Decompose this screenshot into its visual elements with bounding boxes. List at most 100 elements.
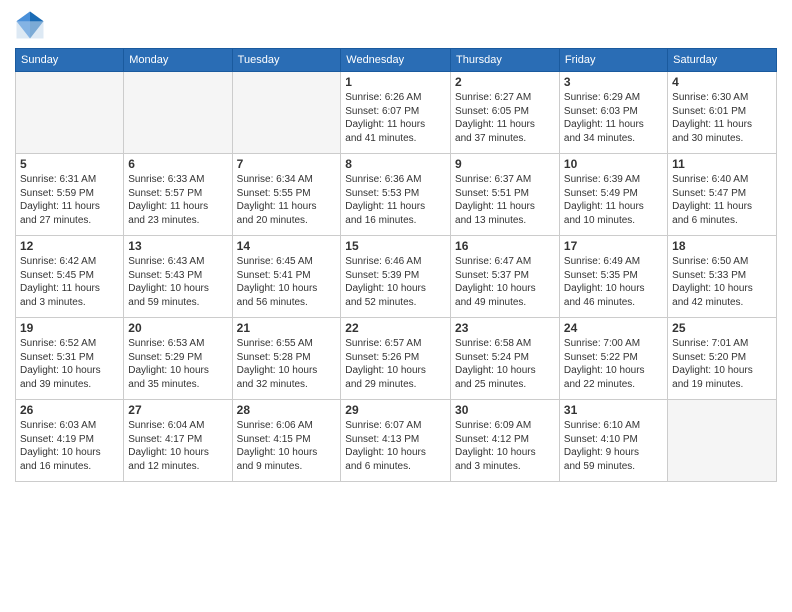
day-info: Sunrise: 6:10 AM Sunset: 4:10 PM Dayligh… bbox=[564, 419, 663, 473]
calendar-cell: 4 Sunrise: 6:30 AM Sunset: 6:01 PM Daylig… bbox=[668, 72, 777, 154]
page: SundayMondayTuesdayWednesdayThursdayFrid… bbox=[0, 0, 792, 612]
day-info: Sunrise: 6:31 AM Sunset: 5:59 PM Dayligh… bbox=[20, 173, 119, 227]
day-info: Sunrise: 6:49 AM Sunset: 5:35 PM Dayligh… bbox=[564, 255, 663, 309]
calendar-cell: 13Sunrise: 6:43 AM Sunset: 5:43 PM Dayli… bbox=[124, 236, 232, 318]
week-row-1: 5 Sunrise: 6:31 AM Sunset: 5:59 PM Daylig… bbox=[16, 154, 777, 236]
calendar-cell: 20 Sunrise: 6:53 AM Sunset: 5:29 PM Dayli… bbox=[124, 318, 232, 400]
day-number: 24 bbox=[564, 321, 663, 335]
day-number: 15 bbox=[345, 239, 446, 253]
day-number: 16 bbox=[455, 239, 555, 253]
calendar-cell: 1 Sunrise: 6:26 AM Sunset: 6:07 PM Daylig… bbox=[341, 72, 451, 154]
day-number: 4 bbox=[672, 75, 772, 89]
calendar-cell: 2Sunrise: 6:27 AM Sunset: 6:05 PM Daylig… bbox=[451, 72, 560, 154]
calendar: SundayMondayTuesdayWednesdayThursdayFrid… bbox=[15, 48, 777, 482]
col-header-thursday: Thursday bbox=[451, 49, 560, 72]
col-header-tuesday: Tuesday bbox=[232, 49, 341, 72]
day-info: Sunrise: 6:50 AM Sunset: 5:33 PM Dayligh… bbox=[672, 255, 772, 309]
day-number: 14 bbox=[237, 239, 337, 253]
calendar-cell bbox=[232, 72, 341, 154]
week-row-2: 12 Sunrise: 6:42 AM Sunset: 5:45 PM Dayli… bbox=[16, 236, 777, 318]
day-number: 3 bbox=[564, 75, 663, 89]
calendar-cell: 14Sunrise: 6:45 AM Sunset: 5:41 PM Dayli… bbox=[232, 236, 341, 318]
day-info: Sunrise: 6:37 AM Sunset: 5:51 PM Dayligh… bbox=[455, 173, 555, 227]
calendar-cell: 17 Sunrise: 6:49 AM Sunset: 5:35 PM Dayli… bbox=[559, 236, 667, 318]
calendar-cell: 30Sunrise: 6:09 AM Sunset: 4:12 PM Dayli… bbox=[451, 400, 560, 482]
day-info: Sunrise: 7:01 AM Sunset: 5:20 PM Dayligh… bbox=[672, 337, 772, 391]
calendar-cell: 27 Sunrise: 6:04 AM Sunset: 4:17 PM Dayli… bbox=[124, 400, 232, 482]
calendar-cell: 12 Sunrise: 6:42 AM Sunset: 5:45 PM Dayli… bbox=[16, 236, 124, 318]
day-number: 17 bbox=[564, 239, 663, 253]
calendar-cell bbox=[668, 400, 777, 482]
day-info: Sunrise: 6:30 AM Sunset: 6:01 PM Dayligh… bbox=[672, 91, 772, 145]
col-header-monday: Monday bbox=[124, 49, 232, 72]
week-row-4: 26Sunrise: 6:03 AM Sunset: 4:19 PM Dayli… bbox=[16, 400, 777, 482]
day-number: 2 bbox=[455, 75, 555, 89]
calendar-cell: 24Sunrise: 7:00 AM Sunset: 5:22 PM Dayli… bbox=[559, 318, 667, 400]
day-info: Sunrise: 6:58 AM Sunset: 5:24 PM Dayligh… bbox=[455, 337, 555, 391]
day-number: 19 bbox=[20, 321, 119, 335]
col-header-friday: Friday bbox=[559, 49, 667, 72]
calendar-cell: 7 Sunrise: 6:34 AM Sunset: 5:55 PM Daylig… bbox=[232, 154, 341, 236]
day-number: 25 bbox=[672, 321, 772, 335]
calendar-cell: 29 Sunrise: 6:07 AM Sunset: 4:13 PM Dayli… bbox=[341, 400, 451, 482]
day-number: 22 bbox=[345, 321, 446, 335]
day-number: 28 bbox=[237, 403, 337, 417]
day-number: 1 bbox=[345, 75, 446, 89]
calendar-cell: 16 Sunrise: 6:47 AM Sunset: 5:37 PM Dayli… bbox=[451, 236, 560, 318]
week-row-0: 1 Sunrise: 6:26 AM Sunset: 6:07 PM Daylig… bbox=[16, 72, 777, 154]
day-number: 21 bbox=[237, 321, 337, 335]
day-info: Sunrise: 6:04 AM Sunset: 4:17 PM Dayligh… bbox=[128, 419, 227, 473]
calendar-cell: 18 Sunrise: 6:50 AM Sunset: 5:33 PM Dayli… bbox=[668, 236, 777, 318]
calendar-cell: 25 Sunrise: 7:01 AM Sunset: 5:20 PM Dayli… bbox=[668, 318, 777, 400]
day-number: 20 bbox=[128, 321, 227, 335]
day-info: Sunrise: 6:57 AM Sunset: 5:26 PM Dayligh… bbox=[345, 337, 446, 391]
day-number: 5 bbox=[20, 157, 119, 171]
day-info: Sunrise: 6:52 AM Sunset: 5:31 PM Dayligh… bbox=[20, 337, 119, 391]
calendar-cell: 10 Sunrise: 6:39 AM Sunset: 5:49 PM Dayli… bbox=[559, 154, 667, 236]
day-number: 8 bbox=[345, 157, 446, 171]
day-number: 7 bbox=[237, 157, 337, 171]
day-info: Sunrise: 6:34 AM Sunset: 5:55 PM Dayligh… bbox=[237, 173, 337, 227]
logo bbox=[15, 10, 49, 40]
calendar-cell: 31 Sunrise: 6:10 AM Sunset: 4:10 PM Dayli… bbox=[559, 400, 667, 482]
day-info: Sunrise: 6:29 AM Sunset: 6:03 PM Dayligh… bbox=[564, 91, 663, 145]
col-header-sunday: Sunday bbox=[16, 49, 124, 72]
calendar-header-row: SundayMondayTuesdayWednesdayThursdayFrid… bbox=[16, 49, 777, 72]
day-number: 31 bbox=[564, 403, 663, 417]
logo-icon bbox=[15, 10, 45, 40]
day-info: Sunrise: 6:42 AM Sunset: 5:45 PM Dayligh… bbox=[20, 255, 119, 309]
day-number: 11 bbox=[672, 157, 772, 171]
day-info: Sunrise: 6:39 AM Sunset: 5:49 PM Dayligh… bbox=[564, 173, 663, 227]
week-row-3: 19 Sunrise: 6:52 AM Sunset: 5:31 PM Dayli… bbox=[16, 318, 777, 400]
day-number: 6 bbox=[128, 157, 227, 171]
day-number: 12 bbox=[20, 239, 119, 253]
day-number: 23 bbox=[455, 321, 555, 335]
calendar-cell: 9 Sunrise: 6:37 AM Sunset: 5:51 PM Daylig… bbox=[451, 154, 560, 236]
day-number: 9 bbox=[455, 157, 555, 171]
calendar-cell: 26Sunrise: 6:03 AM Sunset: 4:19 PM Dayli… bbox=[16, 400, 124, 482]
day-info: Sunrise: 6:07 AM Sunset: 4:13 PM Dayligh… bbox=[345, 419, 446, 473]
col-header-wednesday: Wednesday bbox=[341, 49, 451, 72]
col-header-saturday: Saturday bbox=[668, 49, 777, 72]
header bbox=[15, 10, 777, 40]
calendar-cell: 19 Sunrise: 6:52 AM Sunset: 5:31 PM Dayli… bbox=[16, 318, 124, 400]
calendar-cell: 28 Sunrise: 6:06 AM Sunset: 4:15 PM Dayli… bbox=[232, 400, 341, 482]
day-number: 29 bbox=[345, 403, 446, 417]
day-info: Sunrise: 6:53 AM Sunset: 5:29 PM Dayligh… bbox=[128, 337, 227, 391]
day-info: Sunrise: 6:33 AM Sunset: 5:57 PM Dayligh… bbox=[128, 173, 227, 227]
day-number: 13 bbox=[128, 239, 227, 253]
day-number: 10 bbox=[564, 157, 663, 171]
calendar-cell: 6 Sunrise: 6:33 AM Sunset: 5:57 PM Daylig… bbox=[124, 154, 232, 236]
day-number: 27 bbox=[128, 403, 227, 417]
day-info: Sunrise: 6:47 AM Sunset: 5:37 PM Dayligh… bbox=[455, 255, 555, 309]
calendar-cell: 15 Sunrise: 6:46 AM Sunset: 5:39 PM Dayli… bbox=[341, 236, 451, 318]
day-info: Sunrise: 6:40 AM Sunset: 5:47 PM Dayligh… bbox=[672, 173, 772, 227]
day-number: 30 bbox=[455, 403, 555, 417]
day-info: Sunrise: 6:26 AM Sunset: 6:07 PM Dayligh… bbox=[345, 91, 446, 145]
day-number: 18 bbox=[672, 239, 772, 253]
calendar-cell: 8Sunrise: 6:36 AM Sunset: 5:53 PM Daylig… bbox=[341, 154, 451, 236]
day-info: Sunrise: 6:55 AM Sunset: 5:28 PM Dayligh… bbox=[237, 337, 337, 391]
calendar-cell: 3 Sunrise: 6:29 AM Sunset: 6:03 PM Daylig… bbox=[559, 72, 667, 154]
day-info: Sunrise: 6:46 AM Sunset: 5:39 PM Dayligh… bbox=[345, 255, 446, 309]
day-info: Sunrise: 6:06 AM Sunset: 4:15 PM Dayligh… bbox=[237, 419, 337, 473]
